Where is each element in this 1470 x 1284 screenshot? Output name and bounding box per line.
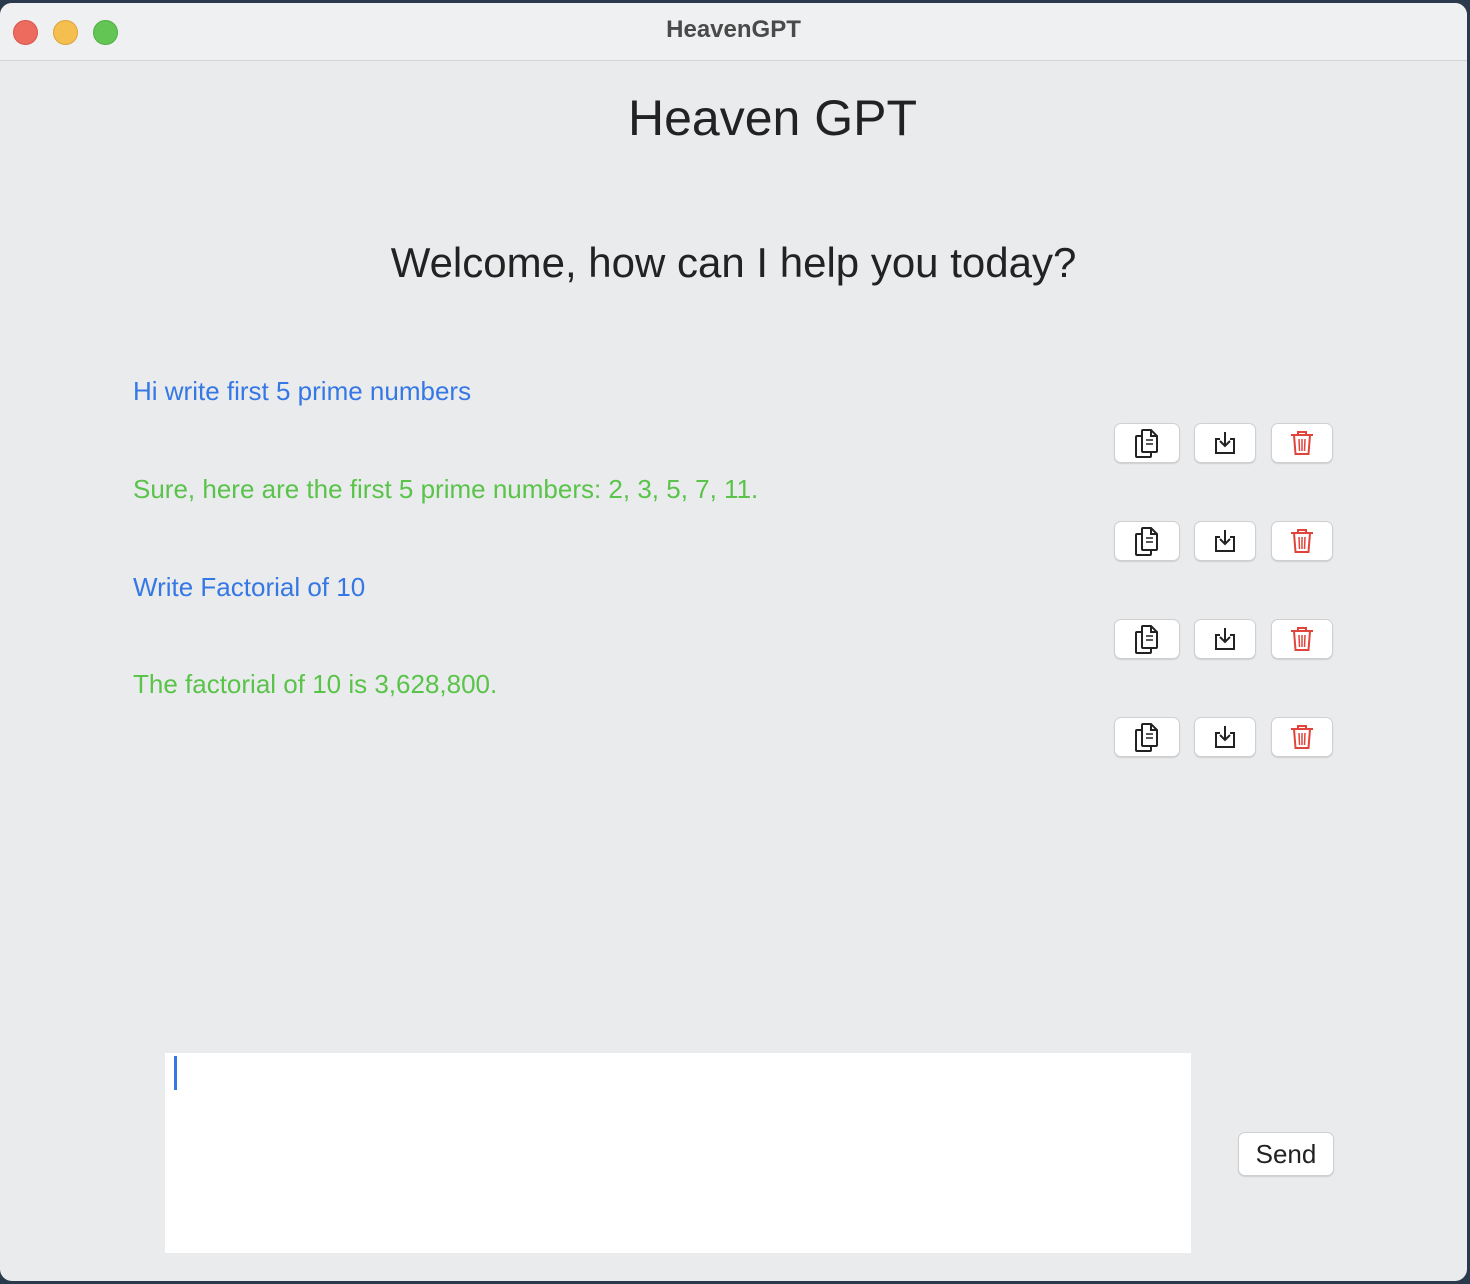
- download-button[interactable]: [1194, 521, 1256, 561]
- delete-button[interactable]: [1271, 717, 1333, 757]
- delete-button[interactable]: [1271, 521, 1333, 561]
- download-icon: [1215, 432, 1235, 454]
- trash-icon: [1291, 627, 1313, 651]
- download-icon: [1215, 628, 1235, 650]
- assistant-message: Sure, here are the first 5 prime numbers…: [133, 474, 759, 504]
- download-button[interactable]: [1194, 423, 1256, 463]
- download-icon: [1215, 726, 1235, 748]
- send-button[interactable]: Send: [1238, 1132, 1334, 1176]
- trash-icon: [1291, 431, 1313, 455]
- copy-button[interactable]: [1114, 619, 1180, 659]
- trash-icon: [1291, 725, 1313, 749]
- copy-icon: [1135, 723, 1158, 752]
- copy-icon: [1135, 625, 1158, 654]
- welcome-heading: Welcome, how can I help you today?: [390, 239, 1077, 286]
- message-actions: [1114, 619, 1334, 661]
- message-actions: [1114, 521, 1334, 563]
- assistant-message: The factorial of 10 is 3,628,800.: [133, 669, 498, 699]
- download-button[interactable]: [1194, 717, 1256, 757]
- title-bar: HeavenGPT: [0, 3, 1467, 61]
- delete-button[interactable]: [1271, 619, 1333, 659]
- copy-button[interactable]: [1114, 521, 1180, 561]
- download-icon: [1215, 530, 1235, 552]
- copy-button[interactable]: [1114, 423, 1180, 463]
- copy-button[interactable]: [1114, 717, 1180, 757]
- message-input[interactable]: [165, 1053, 1191, 1253]
- copy-icon: [1135, 429, 1158, 458]
- app-title: Heaven GPT: [627, 90, 917, 146]
- window-title: HeavenGPT: [666, 16, 801, 43]
- download-button[interactable]: [1194, 619, 1256, 659]
- app-window: HeavenGPT Heaven GPT Welcome, how can I …: [0, 3, 1467, 1281]
- user-message: Hi write first 5 prime numbers: [133, 376, 472, 406]
- message-actions: [1114, 423, 1334, 465]
- user-message: Write Factorial of 10: [133, 572, 366, 602]
- trash-icon: [1291, 529, 1313, 553]
- text-caret: [174, 1056, 177, 1090]
- copy-icon: [1135, 527, 1158, 556]
- delete-button[interactable]: [1271, 423, 1333, 463]
- message-actions: [1114, 717, 1334, 759]
